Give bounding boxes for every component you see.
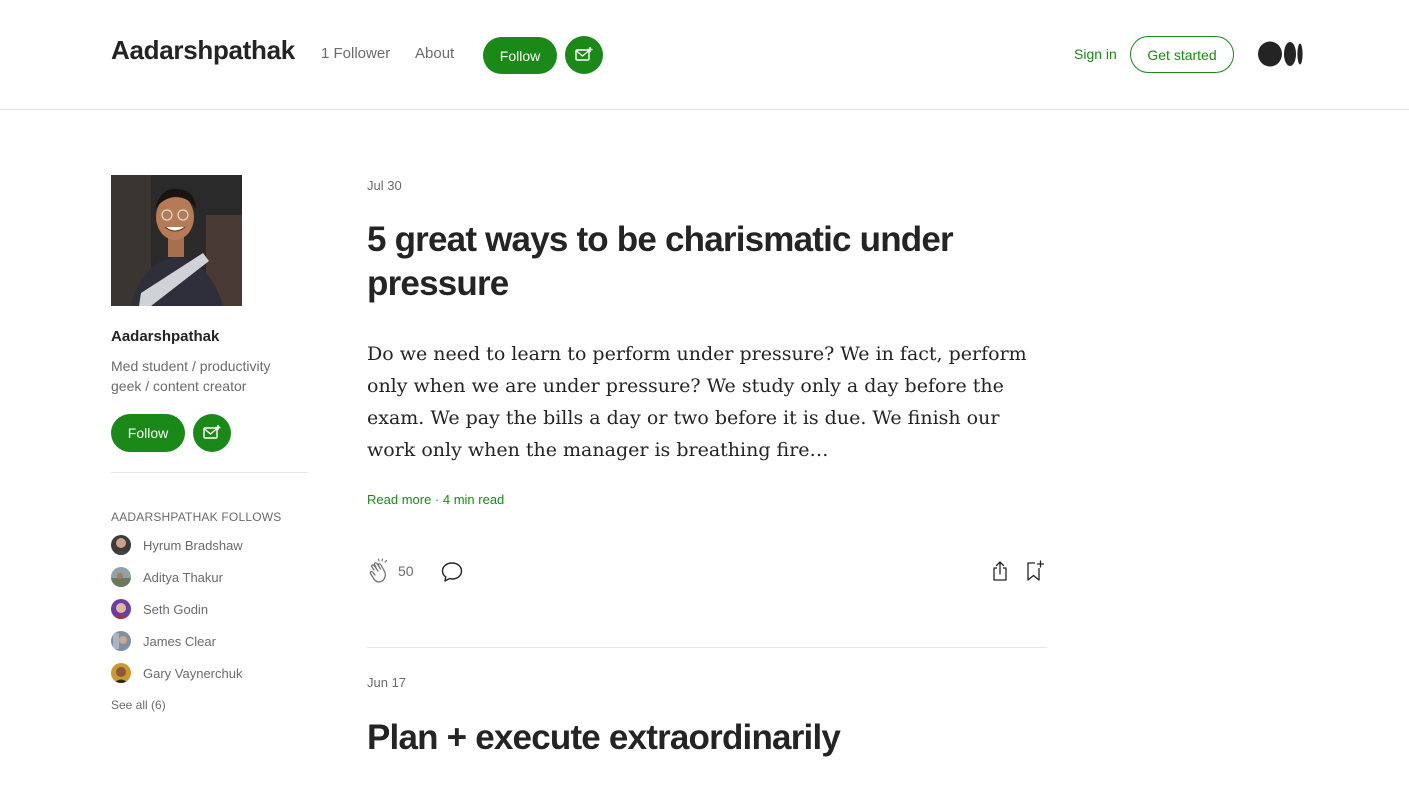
follows-avatar [111,663,131,683]
mail-plus-icon [575,47,593,61]
follows-name: Aditya Thakur [143,569,223,585]
post-title[interactable]: 5 great ways to be charismatic under pre… [367,218,1027,306]
share-icon [993,561,1007,581]
clap-button[interactable]: 50 [367,558,414,584]
follows-heading: AADARSHPATHAK FOLLOWS [111,510,282,524]
follows-item[interactable]: Seth Godin [111,599,208,619]
publication-brand[interactable]: Aadarshpathak [111,35,295,66]
post-divider [367,647,1047,648]
clap-icon [369,558,388,583]
get-started-button[interactable]: Get started [1130,36,1234,73]
post-date: Jul 30 [367,178,402,193]
bookmark-plus-icon [1027,560,1045,581]
sidebar-follow-button[interactable]: Follow [111,414,185,452]
follows-item[interactable]: Hyrum Bradshaw [111,535,243,555]
follows-item[interactable]: Gary Vaynerchuk [111,663,242,683]
post-excerpt[interactable]: Do we need to learn to perform under pre… [367,338,1047,466]
medium-logo-icon[interactable] [1258,41,1304,72]
follows-name: Hyrum Bradshaw [143,537,243,553]
follows-item[interactable]: James Clear [111,631,216,651]
share-button[interactable] [988,559,1012,588]
responses-button[interactable] [440,560,464,589]
follows-avatar [111,631,131,651]
profile-name[interactable]: Aadarshpathak [111,328,219,345]
follows-item[interactable]: Aditya Thakur [111,567,223,587]
comment-icon [441,562,463,582]
follows-name: Seth Godin [143,601,209,617]
about-link[interactable]: About [415,45,454,62]
bookmark-button[interactable] [1023,559,1047,588]
post-title[interactable]: Plan + execute extraordinarily [367,716,1027,760]
see-all-follows-link[interactable]: See all (6) [111,698,166,712]
read-more-link[interactable]: Read more · 4 min read [367,492,504,507]
follow-button[interactable]: Follow [483,37,557,74]
profile-avatar[interactable] [111,175,242,306]
follows-name: James Clear [143,633,216,649]
mail-plus-icon [203,425,221,439]
follows-avatar [111,599,131,619]
sign-in-link[interactable]: Sign in [1074,46,1117,62]
follows-avatar [111,567,131,587]
follows-avatar [111,535,131,555]
sidebar-divider [111,472,308,473]
follows-name: Gary Vaynerchuk [143,665,243,681]
clap-count: 50 [398,563,414,579]
top-bar: Aadarshpathak 1 Follower About Follow Si… [0,0,1409,110]
post-date: Jun 17 [367,675,407,690]
post-actions: 50 [367,558,1047,586]
followers-link[interactable]: 1 Follower [321,45,390,62]
subscribe-email-button[interactable] [565,36,603,74]
profile-bio: Med student / productivity geek / conten… [111,358,271,394]
sidebar-subscribe-button[interactable] [193,414,231,452]
